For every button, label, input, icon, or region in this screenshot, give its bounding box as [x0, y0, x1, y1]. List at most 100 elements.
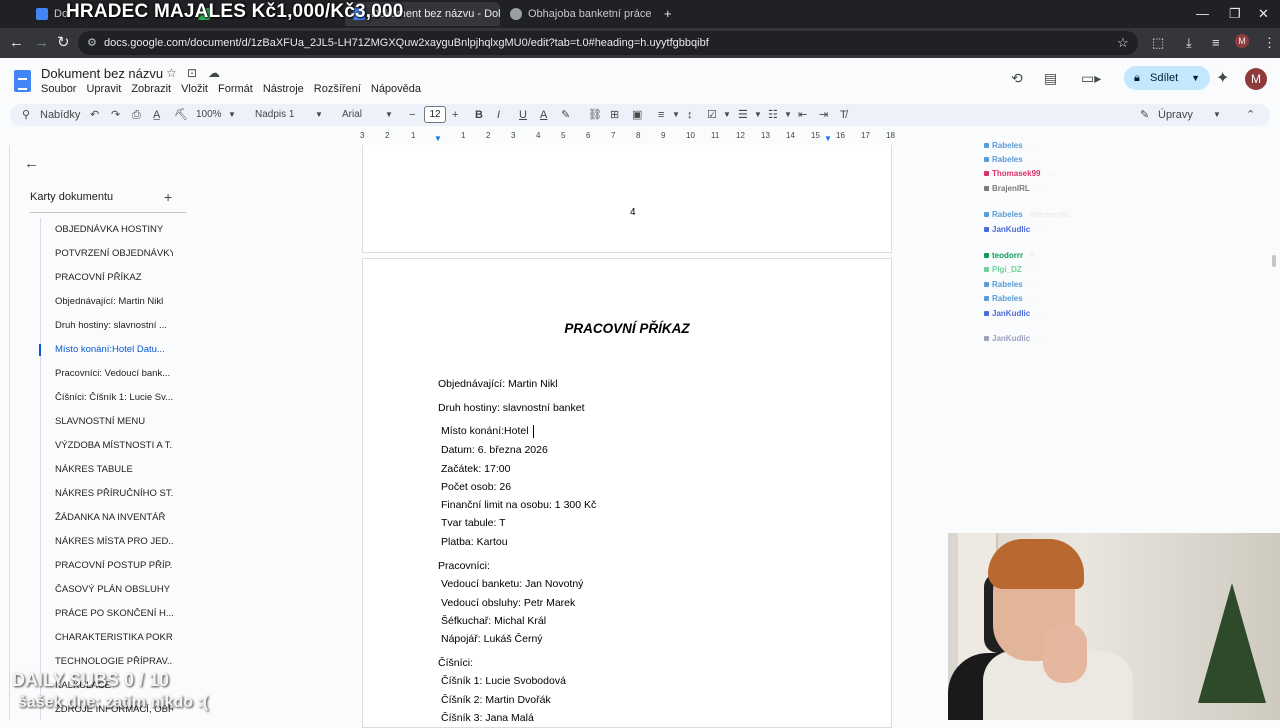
menu-tools[interactable]: Nástroje	[263, 83, 304, 95]
minimize-icon[interactable]: —	[1196, 6, 1209, 21]
browser-tab[interactable]: Obhajoba banketní práce ✕	[502, 2, 657, 26]
document-line[interactable]: Platba: Kartou	[441, 536, 508, 548]
document-line[interactable]: Vedoucí obsluhy: Petr Marek	[441, 597, 575, 609]
horizontal-ruler[interactable]: 3 2 1 1 2 3 4 5 6 7 8 9 10 11 12 13 14 15 16 17 18 ▼ ▼	[360, 131, 895, 143]
chevron-down-icon[interactable]: ▼	[672, 107, 680, 123]
chevron-down-icon[interactable]: ▼	[723, 107, 731, 123]
document-line[interactable]: Nápojář: Lukáš Černý	[441, 633, 543, 645]
menu-view[interactable]: Zobrazit	[131, 83, 171, 95]
share-button[interactable]: 🔒︎ Sdílet ▼	[1124, 66, 1210, 90]
scrollbar-thumb[interactable]	[1272, 255, 1276, 267]
reload-icon[interactable]: ↻	[57, 34, 70, 52]
document-line[interactable]: Číšník 2: Martin Dvořák	[441, 694, 551, 706]
outline-item[interactable]: ŽÁDANKA NA INVENTÁŘ	[55, 512, 173, 523]
increase-indent-icon[interactable]: ⇥	[819, 107, 828, 123]
bookmark-star-icon[interactable]: ☆	[1117, 34, 1129, 52]
insert-image-icon[interactable]: ▣	[632, 107, 642, 123]
font-select[interactable]: Arial	[342, 107, 362, 123]
section-heading[interactable]: PRACOVNÍ PŘÍKAZ	[362, 321, 892, 336]
add-comment-icon[interactable]: ⊞	[610, 107, 619, 123]
chevron-down-icon[interactable]: ▼	[1191, 66, 1200, 90]
increase-font-icon[interactable]: +	[452, 107, 458, 123]
outline-item[interactable]: Druh hostiny: slavnostní ...	[55, 320, 173, 331]
outline-item[interactable]: Objednávající: Martin Nikl	[55, 296, 173, 307]
menu-search-label[interactable]: Nabídky	[40, 107, 80, 123]
add-tab-button[interactable]: +	[164, 189, 172, 205]
font-size-field[interactable]: 12	[424, 106, 446, 123]
edit-mode-icon[interactable]: ✎	[1140, 107, 1149, 123]
close-window-icon[interactable]: ✕	[1258, 6, 1269, 22]
page[interactable]	[362, 145, 892, 253]
outline-item[interactable]: SLAVNOSTNÍ MENU	[55, 416, 173, 427]
highlight-icon[interactable]: ✎	[561, 107, 570, 123]
paint-format-icon[interactable]: ⛏	[174, 107, 188, 123]
document-line[interactable]: Finanční limit na osobu: 1 300 Kč	[441, 499, 596, 511]
undo-icon[interactable]: ↶	[90, 107, 99, 123]
document-line[interactable]: Počet osob: 26	[441, 481, 511, 493]
spellcheck-icon[interactable]: A̲	[153, 107, 160, 123]
cloud-status-icon[interactable]: ☁	[208, 66, 220, 80]
document-line[interactable]: Číšník 3: Jana Malá	[441, 712, 534, 724]
new-tab-button[interactable]: +	[664, 6, 672, 21]
back-icon[interactable]: ←	[9, 34, 24, 52]
outline-item[interactable]: VÝZDOBA MÍSTNOSTI A T...	[55, 440, 173, 451]
clear-formatting-icon[interactable]: T̸	[840, 107, 847, 123]
menu-extensions[interactable]: Rozšíření	[314, 83, 361, 95]
zoom-select[interactable]: 100%	[196, 107, 222, 123]
close-tab-icon[interactable]: ✕	[652, 7, 657, 21]
right-indent-marker-icon[interactable]: ▼	[824, 134, 832, 143]
text-color-icon[interactable]: A	[540, 107, 547, 123]
menu-edit[interactable]: Upravit	[86, 83, 121, 95]
document-line[interactable]: Číšníci:	[438, 657, 473, 669]
gemini-icon[interactable]: ✦	[1216, 68, 1229, 88]
collapse-menus-icon[interactable]: ⌃	[1246, 107, 1255, 123]
outline-item[interactable]: NÁKRES PŘÍRUČNÍHO ST...	[55, 488, 173, 499]
redo-icon[interactable]: ↷	[111, 107, 120, 123]
document-line[interactable]: Pracovníci:	[438, 560, 490, 572]
chevron-down-icon[interactable]: ▼	[784, 107, 792, 123]
menu-help[interactable]: Nápověda	[371, 83, 421, 95]
decrease-indent-icon[interactable]: ⇤	[798, 107, 807, 123]
document-line[interactable]: Datum: 6. března 2026	[441, 444, 548, 456]
extensions-icon[interactable]: ⬚	[1152, 34, 1164, 52]
align-icon[interactable]: ≡	[658, 107, 664, 123]
document-title[interactable]: Dokument bez názvu	[41, 66, 163, 81]
download-icon[interactable]: ⤓	[1186, 34, 1192, 52]
underline-icon[interactable]: U	[519, 107, 527, 123]
chevron-down-icon[interactable]: ▼	[315, 107, 323, 123]
outline-item[interactable]: TECHNOLOGIE PŘÍPRAV...	[55, 656, 173, 667]
vertical-ruler[interactable]	[0, 145, 10, 720]
numbered-list-icon[interactable]: ☷	[768, 107, 778, 123]
outline-item[interactable]: NÁKRES TABULE	[55, 464, 173, 475]
document-line[interactable]: Druh hostiny: slavnostní banket	[438, 402, 585, 414]
browser-tab[interactable]: Docu	[28, 2, 68, 26]
search-icon[interactable]: ⚲	[22, 107, 30, 123]
menu-format[interactable]: Formát	[218, 83, 253, 95]
document-line[interactable]: Místo konání:Hotel	[441, 425, 529, 437]
document-line[interactable]: Tvar tabule: T	[441, 517, 506, 529]
outline-item[interactable]: ČASOVÝ PLÁN OBSLUHY	[55, 584, 173, 595]
version-history-icon[interactable]: ⟲	[1011, 70, 1023, 87]
style-select[interactable]: Nadpis 1	[255, 107, 294, 123]
menu-file[interactable]: Soubor	[41, 83, 76, 95]
chevron-down-icon[interactable]: ▼	[754, 107, 762, 123]
outline-item[interactable]: Číšníci: Číšník 1: Lucie Sv...	[55, 392, 173, 403]
document-line[interactable]: Začátek: 17:00	[441, 463, 510, 475]
url-field[interactable]: ⚙ docs.google.com/document/d/1zBaXFUa_2J…	[78, 31, 1138, 55]
outline-item[interactable]: CHARAKTERISTIKA POKR...	[55, 632, 173, 643]
mode-select[interactable]: Úpravy	[1158, 107, 1193, 123]
star-icon[interactable]: ☆	[166, 66, 177, 80]
checklist-icon[interactable]: ☑	[707, 107, 717, 123]
outline-item[interactable]: PRÁCE PO SKONČENÍ H...	[55, 608, 173, 619]
italic-icon[interactable]: I	[497, 107, 500, 123]
menu-insert[interactable]: Vložit	[181, 83, 208, 95]
meet-icon[interactable]: ▭▸	[1081, 70, 1101, 87]
chevron-down-icon[interactable]: ▼	[1213, 107, 1221, 123]
outline-item[interactable]: NÁKRES MÍSTA PRO JED...	[55, 536, 173, 547]
document-line[interactable]: Šéfkuchař: Michal Král	[441, 615, 546, 627]
outline-item[interactable]: OBJEDNÁVKA HOSTINY	[55, 224, 173, 235]
comments-icon[interactable]: ▤	[1044, 70, 1057, 87]
outline-item[interactable]: Pracovníci: Vedoucí bank...	[55, 368, 173, 379]
indent-marker-icon[interactable]: ▼	[434, 134, 442, 143]
bold-icon[interactable]: B	[475, 107, 483, 123]
